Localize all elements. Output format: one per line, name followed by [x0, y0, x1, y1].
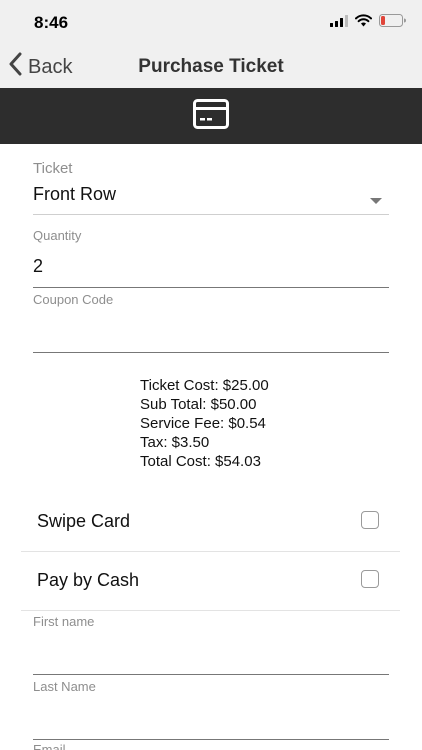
email-label: Email [33, 742, 66, 750]
wifi-icon [355, 14, 372, 32]
credit-card-icon [193, 98, 229, 134]
nav-bar: Back Purchase Ticket [0, 44, 422, 88]
pay-by-cash-label: Pay by Cash [37, 570, 140, 590]
last-name-field[interactable]: Last Name [33, 679, 389, 741]
ticket-value: Front Row [33, 184, 117, 204]
email-field[interactable]: Email [33, 742, 389, 750]
quantity-label: Quantity [33, 228, 82, 243]
coupon-code-field[interactable]: Coupon Code [33, 292, 389, 354]
sub-total: Sub Total: $50.00 [140, 396, 257, 413]
battery-icon [379, 14, 406, 32]
swipe-card-label: Swipe Card [37, 511, 131, 531]
tax: Tax: $3.50 [140, 434, 210, 451]
coupon-code-underline [33, 352, 389, 353]
pay-by-cash-option[interactable]: Pay by Cash [21, 552, 400, 611]
first-name-underline [33, 674, 389, 675]
ticket-select[interactable]: Ticket Front Row [33, 160, 389, 216]
payment-banner [0, 88, 422, 144]
ticket-cost: Ticket Cost: $25.00 [140, 377, 269, 394]
swipe-card-option[interactable]: Swipe Card [21, 493, 400, 552]
pay-by-cash-checkbox[interactable] [361, 570, 379, 588]
quantity-value: 2 [33, 256, 44, 276]
service-fee: Service Fee: $0.54 [140, 415, 266, 432]
coupon-code-value [33, 320, 389, 342]
status-time: 8:46 [34, 13, 69, 32]
last-name-value [33, 707, 389, 729]
status-icons [330, 14, 406, 32]
page-title: Purchase Ticket [138, 56, 284, 77]
first-name-value [33, 642, 389, 664]
coupon-code-label: Coupon Code [33, 292, 114, 307]
quantity-field[interactable]: Quantity 2 [33, 228, 389, 290]
first-name-label: First name [33, 614, 95, 629]
caret-down-icon [370, 198, 382, 204]
ticket-label: Ticket [33, 160, 73, 177]
cellular-signal-icon [330, 14, 348, 32]
total-cost: Total Cost: $54.03 [140, 453, 261, 470]
ticket-underline [33, 214, 389, 215]
first-name-field[interactable]: First name [33, 614, 389, 676]
status-bar: 8:46 [0, 0, 422, 44]
quantity-underline [33, 287, 389, 288]
last-name-label: Last Name [33, 679, 96, 694]
last-name-underline [33, 739, 389, 740]
swipe-card-checkbox[interactable] [361, 511, 379, 529]
cost-summary: Ticket Cost: $25.00 Sub Total: $50.00 Se… [140, 376, 269, 471]
